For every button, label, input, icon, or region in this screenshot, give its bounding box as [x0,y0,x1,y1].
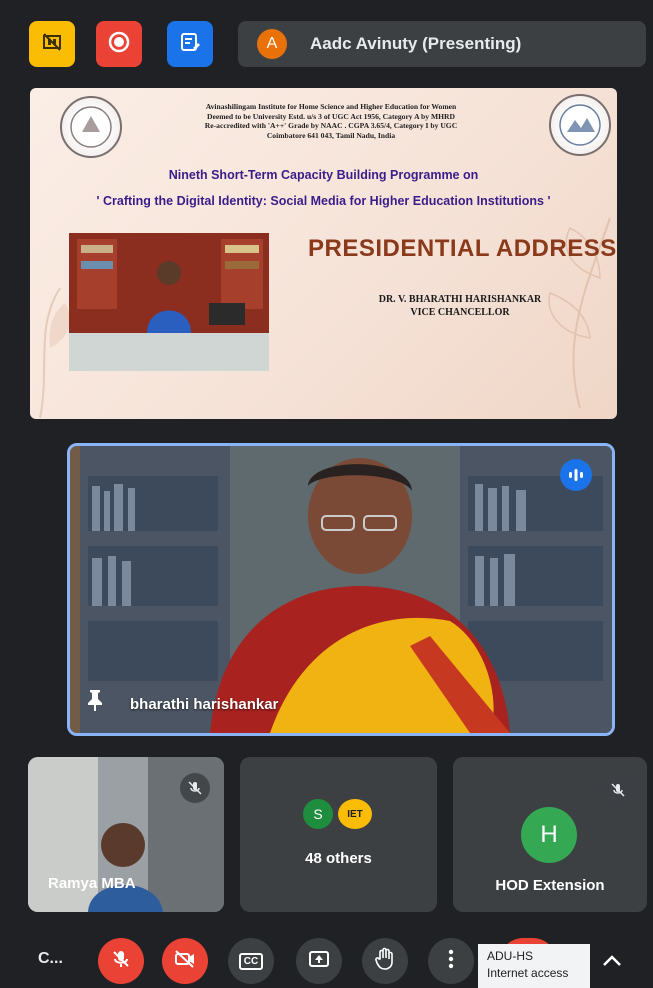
participant-tile-hod[interactable]: H HOD Extension [453,757,647,912]
raise-hand-icon [374,947,396,976]
speaker-name: DR. V. BHARATHI HARISHANKAR [378,294,542,305]
avatar-iet: IET [338,799,372,829]
slide-speaker: DR. V. BHARATHI HARISHANKAR VICE CHANCEL… [360,293,560,319]
tooltip-network-status: Internet access [487,966,569,980]
inst-line: Coimbatore 641 043, Tamil Nadu, India [266,130,396,140]
presenter-name: Aadc Avinuty (Presenting) [310,34,522,53]
meeting-code[interactable]: C... [38,950,63,968]
raise-hand-button[interactable] [362,938,408,984]
recording-button[interactable] [96,21,142,67]
chevron-up-icon[interactable] [600,950,624,975]
presenter-avatar: A [257,29,287,59]
institution-details: Avinashilingam Institute for Home Scienc… [150,102,512,140]
no-stop-icon [41,31,63,58]
mic-off-icon [111,949,131,974]
participant-tile-ramya[interactable]: Ramya MBA [28,757,224,912]
captions-button[interactable]: CC [228,938,274,984]
more-options-icon [448,949,454,974]
pin-icon[interactable] [86,688,104,717]
tooltip-network-name: ADU-HS [487,949,534,963]
mic-off-icon [603,775,633,805]
institution-seal-icon [60,96,122,158]
naac-logo-icon [549,94,611,156]
mic-off-icon [180,773,210,803]
speaker-name-label: bharathi harishankar [130,696,279,713]
speaker-role: VICE CHANCELLOR [410,307,510,318]
programme-theme: ' Crafting the Digital Identity: Social … [96,194,551,208]
inst-line: Deemed to be University Estd. u/s 3 of U… [206,111,456,121]
avatar-s: S [303,799,333,829]
activity-button[interactable] [29,21,75,67]
hod-name-label: HOD Extension [495,877,605,894]
speaker-video-tile[interactable]: bharathi harishankar [67,443,615,736]
mic-toggle-button[interactable] [98,938,144,984]
more-options-button[interactable] [428,938,474,984]
others-tile[interactable]: S IET 48 others [240,757,437,912]
speaker-photo [69,233,269,371]
audio-level-icon [560,459,592,491]
present-screen-icon [308,949,330,974]
edit-doc-icon [179,31,201,58]
camera-off-icon [174,949,196,974]
present-button[interactable] [296,938,342,984]
notes-button[interactable] [167,21,213,67]
closed-caption-icon: CC [238,952,264,970]
inst-line: Avinashilingam Institute for Home Scienc… [205,102,457,111]
inst-line: Re-accredited with 'A++' Grade by NAAC .… [204,121,458,130]
hod-avatar: H [521,807,577,863]
network-tooltip: ADU-HS Internet access [478,944,590,988]
others-count-label: 48 others [305,850,372,867]
programme-title: Nineth Short-Term Capacity Building Prog… [168,168,479,182]
ramya-name-label: Ramya MBA [48,875,136,892]
presentation-slide: Avinashilingam Institute for Home Scienc… [30,88,617,419]
camera-toggle-button[interactable] [162,938,208,984]
record-icon [107,30,131,59]
slide-heading: PRESIDENTIAL ADDRESS [308,235,617,262]
speaker-video [70,446,612,733]
presenter-banner[interactable]: A Aadc Avinuty (Presenting) [238,21,646,67]
